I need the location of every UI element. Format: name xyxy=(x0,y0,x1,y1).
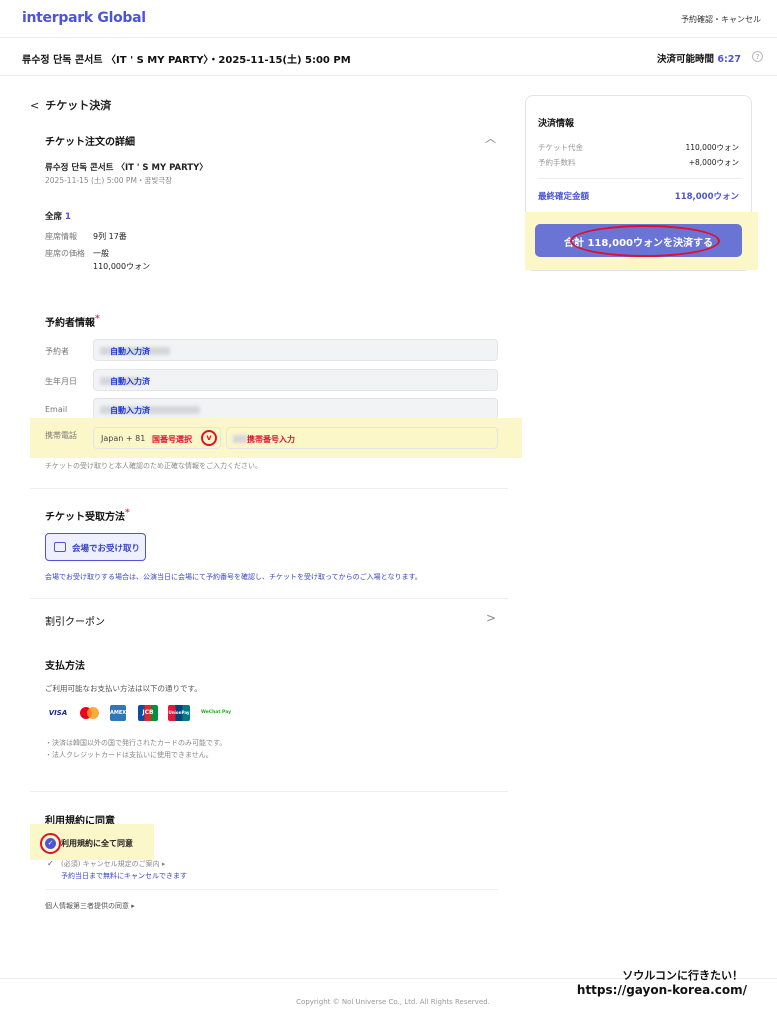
seat-price-label: 座席の価格 xyxy=(45,249,85,258)
check-icon: ✓ xyxy=(47,859,54,868)
booker-name-label: 予約者 xyxy=(45,347,69,356)
event-title: 류수정 단독 콘서트 〈IT ' S MY PARTY〉・2025-11-15(… xyxy=(22,55,351,66)
check-icon: ✓ xyxy=(45,838,56,849)
ticket-price-label: チケット代金 xyxy=(538,143,583,152)
email-value: 自動入力済 xyxy=(110,406,150,415)
annotation-oval xyxy=(570,225,720,257)
divider xyxy=(30,791,508,792)
phone-number-input[interactable]: 携帯番号入力 xyxy=(226,427,498,449)
booker-name-value: 自動入力済 xyxy=(110,347,150,356)
order-details-title: チケット注文の詳細 xyxy=(45,137,135,148)
order-event-date: 2025-11-15 (土) 5:00 PM・꿈빛극장 xyxy=(45,176,173,185)
birthdate-field[interactable]: 自動入力済 xyxy=(93,369,498,391)
total-label: 最終確定金額 xyxy=(538,192,590,202)
pickup-title-text: チケット受取方法 xyxy=(45,512,125,523)
interpark-logo[interactable]: interpark Global xyxy=(22,10,146,26)
booker-notice: チケットの受け取りと本人確認のため正確な情報をご入力ください。 xyxy=(45,462,262,470)
amex-logo: AMEX xyxy=(110,705,126,721)
seat-price-type: 一般 xyxy=(93,249,109,258)
venue-pickup-option[interactable]: 会場でお受け取り xyxy=(45,533,146,561)
divider xyxy=(30,598,508,599)
agree-all-checkbox[interactable]: ✓ xyxy=(40,833,61,854)
agree-all-label[interactable]: 利用規約に全て同意 xyxy=(61,838,133,849)
birthdate-label: 生年月日 xyxy=(45,377,77,386)
event-bar: 류수정 단독 콘서트 〈IT ' S MY PARTY〉・2025-11-15(… xyxy=(0,38,777,76)
divider xyxy=(30,488,508,489)
page-title: チケット決済 xyxy=(45,99,112,112)
copyright: Copyright © Nol Universe Co., Ltd. All R… xyxy=(296,998,490,1006)
mastercard-circle-orange xyxy=(87,707,99,719)
country-code-note: 国番号選択 xyxy=(152,435,192,444)
payment-timer: 決済可能時間 6:27 xyxy=(657,51,741,65)
booker-title-text: 予約者情報 xyxy=(45,318,95,329)
payment-desc: ご利用可能なお支払い方法は以下の通りです。 xyxy=(45,684,202,693)
blurred-text xyxy=(233,435,247,443)
timer-value: 6:27 xyxy=(717,54,741,65)
payment-title: 支払方法 xyxy=(45,661,85,672)
ticket-icon xyxy=(54,542,66,552)
venue-pickup-label: 会場でお受け取り xyxy=(72,544,141,554)
email-label: Email xyxy=(45,405,68,414)
coupon-row[interactable]: 割引クーポン xyxy=(45,613,105,628)
required-mark: * xyxy=(125,508,130,518)
divider xyxy=(45,889,498,890)
visa-logo: VISA xyxy=(48,709,68,717)
seat-class-label: 全席 xyxy=(45,212,63,222)
phone-label: 携帯電話 xyxy=(45,431,77,440)
seat-count: 1 xyxy=(64,212,71,222)
fee-value: +8,000ウォン xyxy=(688,158,739,167)
unionpay-logo: UnionPay xyxy=(168,705,190,721)
promo-text: ソウルコンに行きたい！ xyxy=(622,969,743,982)
seat-info-label: 座席情報 xyxy=(45,232,77,241)
divider xyxy=(538,178,741,179)
pickup-title: チケット受取方法* xyxy=(45,508,130,523)
top-bar: interpark Global 予約確認・キャンセル xyxy=(0,0,777,38)
wechat-pay-logo: WeChat Pay xyxy=(197,705,235,721)
cancel-policy-link[interactable]: (必須) キャンセル規定のご案内 ▸ xyxy=(61,859,165,869)
summary-title: 決済情報 xyxy=(538,119,575,129)
payment-note-2: ・法人クレジットカードは支払いに使用できません。 xyxy=(45,751,213,759)
timer-label: 決済可能時間 xyxy=(657,54,715,65)
booker-info-title: 予約者情報* xyxy=(45,314,100,329)
email-field[interactable]: 自動入力済 xyxy=(93,398,498,420)
booker-name-field[interactable]: 自動入力済 xyxy=(93,339,498,361)
promo-url: https://gayon-korea.com/ xyxy=(576,983,747,997)
back-button[interactable]: < チケット決済 xyxy=(30,97,111,113)
chevron-down-icon[interactable]: v xyxy=(201,430,217,446)
third-party-consent-link[interactable]: 個人情報第三者提供の同意 ▸ xyxy=(45,901,135,911)
jcb-logo: JCB xyxy=(138,705,158,721)
cancel-policy-note: 予約当日まで無料にキャンセルできます xyxy=(61,872,187,880)
reservation-check-link[interactable]: 予約確認・キャンセル xyxy=(681,14,761,25)
fee-label: 予約手数料 xyxy=(538,158,576,167)
chevron-left-icon: < xyxy=(30,99,40,112)
chevron-right-icon[interactable]: > xyxy=(486,611,496,625)
chevron-up-icon[interactable]: ︿ xyxy=(485,130,496,146)
help-icon[interactable]: ? xyxy=(752,51,763,62)
phone-number-note: 携帯番号入力 xyxy=(247,435,295,444)
seat-price-value: 110,000ウォン xyxy=(93,262,151,271)
ticket-price-value: 110,000ウォン xyxy=(685,143,739,152)
required-mark: * xyxy=(95,314,100,324)
country-code-value: Japan + 81 xyxy=(101,434,146,443)
total-value: 118,000ウォン xyxy=(674,192,739,202)
mastercard-logo xyxy=(78,705,102,721)
payment-note-1: ・決済は韓国以外の国で発行されたカードのみ可能です。 xyxy=(45,739,227,747)
order-event-name: 류수정 단독 콘서트 〈IT ' S MY PARTY〉 xyxy=(45,163,208,173)
pickup-notice: 会場でお受け取りする場合は、公演当日に会場にて予約番号を確認し、チケットを受け取… xyxy=(45,573,422,581)
seat-class: 全席 1 xyxy=(45,210,71,222)
birthdate-value: 自動入力済 xyxy=(110,377,150,386)
seat-info-value: 9列 17番 xyxy=(93,232,127,241)
